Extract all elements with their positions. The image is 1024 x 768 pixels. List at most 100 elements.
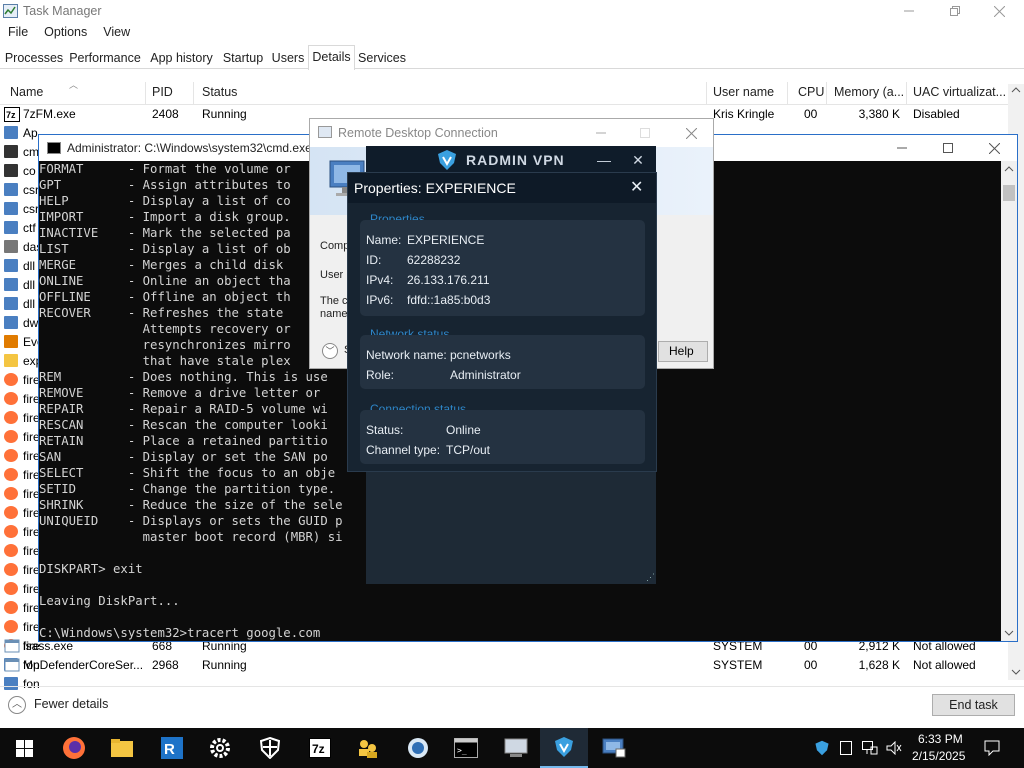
taskbar-browser[interactable] <box>394 728 442 768</box>
column-divider[interactable] <box>706 82 707 104</box>
minimize-button[interactable] <box>886 0 932 22</box>
tab-app-history[interactable]: App history <box>146 48 217 69</box>
table-row[interactable]: fire <box>0 390 40 409</box>
column-divider[interactable] <box>906 82 907 104</box>
column-name[interactable]: Name <box>10 85 43 99</box>
cmd-maximize-button[interactable] <box>925 135 971 161</box>
taskbar-radmin[interactable]: R <box>148 728 196 768</box>
tab-processes[interactable]: Processes <box>4 48 64 69</box>
table-row[interactable]: csr <box>0 200 39 219</box>
table-row[interactable]: fire <box>0 428 40 447</box>
radmin-titlebar[interactable]: RADMIN VPN — ✕ <box>366 146 656 174</box>
taskbar-radmin-vpn[interactable] <box>540 728 588 768</box>
table-row[interactable]: fire <box>0 523 40 542</box>
tab-services[interactable]: Services <box>357 48 407 69</box>
scroll-thumb[interactable] <box>1003 185 1015 201</box>
show-options-icon[interactable]: ﹀ <box>322 343 338 359</box>
end-task-button[interactable]: End task <box>932 694 1015 716</box>
table-row[interactable]: Ap <box>0 124 38 143</box>
table-row[interactable]: fire <box>0 561 40 580</box>
table-row[interactable]: co <box>0 162 38 181</box>
tablet-icon[interactable] <box>840 741 852 755</box>
scroll-down-icon[interactable] <box>1004 629 1014 637</box>
rdc-maximize-button[interactable] <box>622 119 668 147</box>
rdc-minimize-button[interactable] <box>578 119 624 147</box>
column-cpu[interactable]: CPU <box>798 85 824 99</box>
scroll-up-icon[interactable] <box>1011 86 1021 94</box>
properties-dialog[interactable]: Properties: EXPERIENCE ✕ Properties Name… <box>347 172 657 472</box>
chevron-up-icon[interactable]: ︿ <box>8 696 26 714</box>
close-button[interactable] <box>976 0 1022 22</box>
table-row[interactable]: dw <box>0 314 38 333</box>
rdc-close-button[interactable] <box>668 119 714 147</box>
scroll-up-icon[interactable] <box>1004 165 1014 173</box>
radmin-tray-icon[interactable] <box>814 740 830 756</box>
rdc-titlebar[interactable]: Remote Desktop Connection <box>310 119 713 147</box>
table-row[interactable]: MpDefenderCoreSer... 2968 Running SYSTEM… <box>0 656 1008 675</box>
table-row[interactable]: dll <box>0 257 38 276</box>
table-row[interactable]: fire <box>0 618 40 637</box>
task-manager-icon <box>3 4 18 18</box>
table-row[interactable]: fire <box>0 504 40 523</box>
volume-muted-icon[interactable] <box>886 741 902 755</box>
help-button[interactable]: Help <box>658 341 708 362</box>
scroll-down-icon[interactable] <box>1011 668 1021 676</box>
tab-details[interactable]: Details <box>308 45 355 70</box>
table-row[interactable]: fire <box>0 371 40 390</box>
close-icon[interactable]: ✕ <box>630 177 643 197</box>
table-row[interactable]: fire <box>0 599 40 618</box>
table-row[interactable]: fire <box>0 447 40 466</box>
table-row[interactable]: ctf <box>0 219 38 238</box>
taskbar-settings[interactable] <box>196 728 244 768</box>
table-row[interactable]: das <box>0 238 42 257</box>
taskbar-security[interactable] <box>246 728 294 768</box>
taskbar-remote-app[interactable] <box>492 728 540 768</box>
table-row[interactable]: cm <box>0 143 39 162</box>
tab-startup[interactable]: Startup <box>220 48 266 69</box>
column-divider[interactable] <box>787 82 788 104</box>
column-user-name[interactable]: User name <box>713 85 774 99</box>
resize-grip-icon[interactable]: ⋰ <box>646 572 655 583</box>
cmd-close-button[interactable] <box>971 135 1017 161</box>
table-row[interactable]: fire <box>0 466 40 485</box>
table-row[interactable]: fire <box>0 409 40 428</box>
cmd-minimize-button[interactable] <box>879 135 925 161</box>
taskbar-firefox[interactable] <box>50 728 98 768</box>
table-row[interactable]: dll <box>0 295 38 314</box>
firefox-icon <box>4 620 18 633</box>
column-pid[interactable]: PID <box>152 85 173 99</box>
taskbar-file-explorer[interactable] <box>98 728 146 768</box>
column-divider[interactable] <box>826 82 827 104</box>
radmin-close-icon[interactable]: ✕ <box>628 150 648 170</box>
table-row[interactable]: fire <box>0 580 40 599</box>
column-memory[interactable]: Memory (a... <box>834 85 904 99</box>
table-row[interactable]: fire <box>0 542 40 561</box>
radmin-minimize-icon[interactable]: — <box>594 150 614 170</box>
column-status[interactable]: Status <box>202 85 237 99</box>
taskbar-cmd[interactable]: >_ <box>442 728 490 768</box>
column-uac[interactable]: UAC virtualizat... <box>913 85 1006 99</box>
tab-performance[interactable]: Performance <box>67 48 143 69</box>
fewer-details-link[interactable]: Fewer details <box>34 697 108 711</box>
restore-button[interactable] <box>932 0 978 22</box>
tab-users[interactable]: Users <box>269 48 307 69</box>
start-button[interactable] <box>0 728 48 768</box>
clock-time[interactable]: 6:33 PM <box>918 732 963 746</box>
table-row[interactable]: fire <box>0 485 40 504</box>
menu-options[interactable]: Options <box>36 24 95 42</box>
column-divider[interactable] <box>193 82 194 104</box>
table-row[interactable]: exp <box>0 352 42 371</box>
taskbar-remote-desktop[interactable] <box>590 728 638 768</box>
table-row[interactable]: Eve <box>0 333 44 352</box>
table-row[interactable]: csr <box>0 181 39 200</box>
table-row[interactable]: dll <box>0 276 38 295</box>
menu-file[interactable]: File <box>0 24 36 42</box>
taskbar-network-app[interactable] <box>344 728 392 768</box>
column-divider[interactable] <box>145 82 146 104</box>
menu-view[interactable]: View <box>95 24 138 42</box>
network-icon[interactable] <box>862 741 878 755</box>
cmd-scrollbar[interactable] <box>1001 161 1017 641</box>
taskbar-7zip[interactable]: 7z <box>296 728 344 768</box>
notifications-icon[interactable] <box>984 740 1000 756</box>
clock-date[interactable]: 2/15/2025 <box>912 749 965 763</box>
